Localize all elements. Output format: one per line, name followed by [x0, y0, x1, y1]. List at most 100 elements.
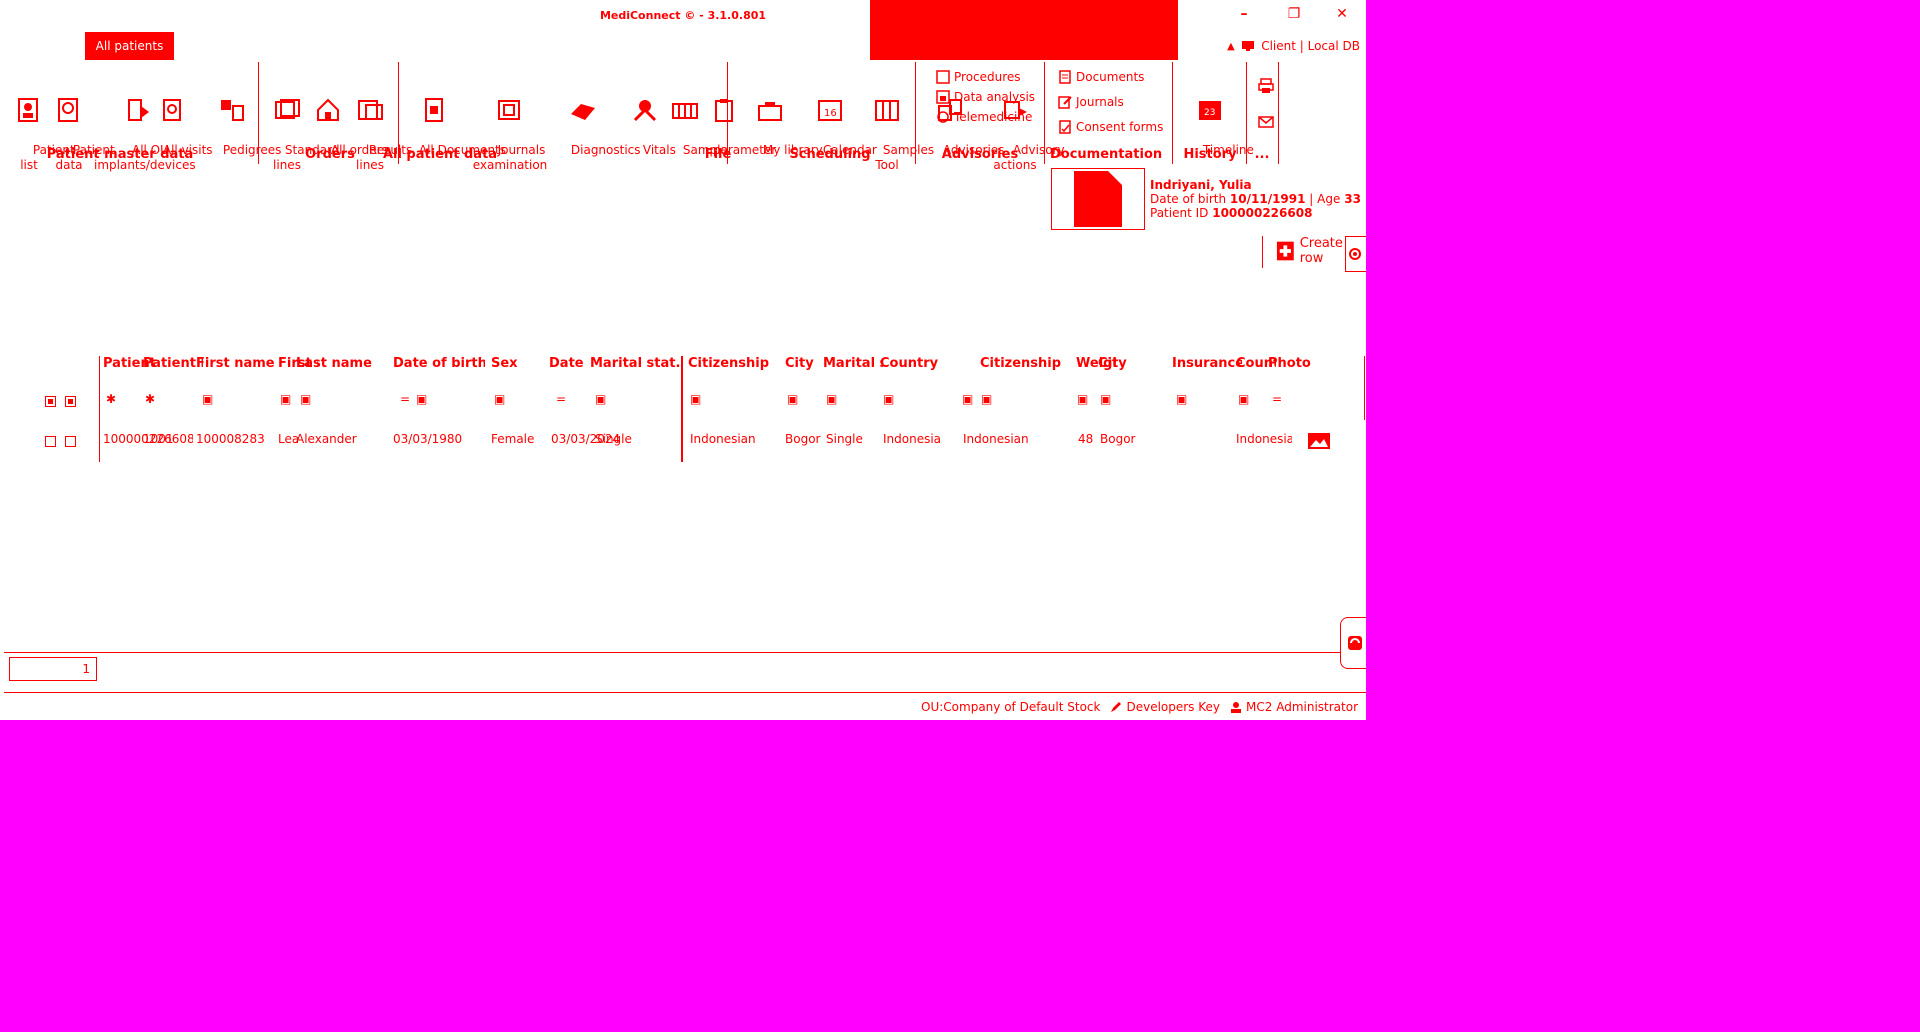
journals-link[interactable]: Journals — [1058, 95, 1124, 109]
ribbon-divider — [1044, 62, 1045, 164]
filter-icon[interactable]: ✱ — [145, 392, 155, 406]
header-first-name[interactable]: First name — [196, 356, 276, 371]
ribbon-divider — [398, 62, 399, 164]
standard-lines-button[interactable]: Standard lines — [262, 66, 339, 188]
restore-button[interactable]: ❐ — [1282, 6, 1306, 22]
header-photo[interactable]: Photo — [1268, 356, 1318, 371]
filter-icon[interactable]: ▣ — [690, 392, 701, 406]
ribbon: Patient list Patient data All OU implant… — [0, 62, 1366, 172]
row-checkbox-2[interactable] — [65, 436, 76, 447]
print-icon[interactable] — [1258, 78, 1274, 98]
diagnostics-button[interactable]: Diagnostics — [548, 66, 641, 173]
refresh-icon — [1348, 636, 1362, 650]
page-number-field[interactable]: 1 — [9, 657, 97, 681]
patient-list-button[interactable]: Patient list — [10, 66, 75, 188]
filter-icon[interactable]: ▣ — [1176, 392, 1187, 406]
header-sex[interactable]: Sex — [491, 356, 541, 371]
header-citizenship[interactable]: Citizenship — [688, 356, 778, 371]
timeline-calendar-icon: 23 — [1199, 101, 1221, 120]
cell-citizenship: Indonesian — [690, 432, 756, 446]
group-scheduling: Scheduling — [789, 147, 871, 162]
consent-forms-link[interactable]: Consent forms — [1058, 120, 1163, 134]
patient-id-value: 100000226608 — [1212, 206, 1313, 220]
mail-icon[interactable] — [1258, 114, 1274, 133]
chevron-up-icon[interactable]: ▼ — [1227, 41, 1235, 52]
cell-first-name: 100008283 — [196, 432, 265, 446]
advisory-actions-button[interactable]: Advisory actions — [990, 66, 1065, 188]
status-key-label: Developers Key — [1126, 700, 1221, 714]
diagnostics-icon — [571, 104, 595, 120]
patient-photo — [1051, 168, 1145, 230]
header-date[interactable]: Date — [549, 356, 589, 371]
select-all-checkbox[interactable] — [45, 396, 56, 407]
header-city[interactable]: City — [785, 356, 821, 371]
filter-icon[interactable]: ✱ — [106, 392, 116, 406]
status-divider — [4, 692, 1366, 693]
patient-list-icon — [18, 98, 38, 122]
grid-line — [99, 356, 100, 462]
filter-icon[interactable]: ▣ — [202, 392, 213, 406]
filter-equals-icon[interactable]: = — [556, 392, 566, 406]
group-orders: Orders — [305, 147, 355, 162]
filter-equals-icon[interactable]: = — [1272, 392, 1282, 406]
app-window: MediConnect © - 3.1.0.801 – ❐ ✕ ▼ Client… — [0, 0, 1366, 720]
all-patients-tab[interactable]: All patients — [85, 32, 174, 60]
filter-icon[interactable]: ▣ — [416, 392, 427, 406]
header-city-2[interactable]: City — [1098, 356, 1134, 371]
ribbon-divider — [727, 62, 728, 164]
cell-last: Alexander — [296, 432, 357, 446]
documents-icon — [425, 98, 443, 122]
filter-icon[interactable]: ▣ — [962, 392, 973, 406]
filter-icon[interactable]: ▣ — [280, 392, 291, 406]
patient-id-label: Patient ID — [1150, 206, 1209, 220]
documents-link[interactable]: Documents — [1058, 70, 1144, 84]
journals-examination-button[interactable]: Journals examination — [470, 66, 550, 188]
filter-icon[interactable]: ▣ — [300, 392, 311, 406]
header-citizenship-2[interactable]: Citizenship — [980, 356, 1070, 371]
dob-value: 10/11/1991 — [1229, 192, 1306, 206]
side-panel-tab[interactable] — [1340, 617, 1366, 669]
header-patient-id[interactable]: Patient ID — [143, 356, 203, 371]
photo-icon[interactable] — [1307, 432, 1331, 453]
filter-icon[interactable]: ▣ — [1100, 392, 1111, 406]
header-country[interactable]: Country — [880, 356, 960, 371]
monitor-icon — [1242, 41, 1255, 51]
svg-text:23: 23 — [1204, 108, 1215, 118]
settings-icon[interactable] — [1348, 246, 1362, 265]
patient-data-button[interactable]: Patient data — [50, 66, 115, 188]
filter-icon[interactable]: ▣ — [595, 392, 606, 406]
grid-line — [1364, 356, 1365, 420]
select-all-checkbox-2[interactable] — [65, 396, 76, 407]
status-ou: OU:Company of Default Stock — [921, 700, 1101, 714]
header-marital[interactable]: Marital stat... — [590, 356, 680, 371]
filter-icon[interactable]: ▣ — [883, 392, 894, 406]
filter-icon[interactable]: ▣ — [1077, 392, 1088, 406]
filter-icon[interactable]: ▣ — [981, 392, 992, 406]
client-indicator[interactable]: ▼ Client | Local DB — [1227, 39, 1360, 53]
cell-patient-id: 1001 — [143, 432, 174, 446]
results-lines-button[interactable]: Results lines — [346, 66, 412, 188]
filter-icon[interactable]: ▣ — [826, 392, 837, 406]
header-dob[interactable]: Date of birth — [393, 356, 485, 371]
cell-country: Indonesia — [883, 432, 942, 446]
group-more[interactable]: ... — [1252, 147, 1272, 162]
row-checkbox[interactable] — [45, 436, 56, 447]
filter-icon[interactable]: ▣ — [787, 392, 798, 406]
filter-equals-icon[interactable]: = — [400, 392, 410, 406]
status-bar: OU:Company of Default Stock Developers K… — [921, 700, 1358, 714]
header-marital-status[interactable]: Marital status — [823, 356, 883, 371]
telemedicine-icon — [937, 111, 949, 123]
close-button[interactable]: ✕ — [1330, 6, 1354, 22]
header-last-name[interactable]: Last name — [296, 356, 388, 371]
filter-icon[interactable]: ▣ — [1238, 392, 1249, 406]
grid-line — [681, 356, 683, 462]
samples-tool-button[interactable]: Samples Tool — [860, 66, 934, 188]
filter-icon[interactable]: ▣ — [494, 392, 505, 406]
ribbon-divider — [258, 62, 259, 164]
minimize-button[interactable]: – — [1232, 6, 1256, 22]
add-document-icon — [1276, 241, 1294, 261]
svg-text:16: 16 — [824, 108, 837, 119]
status-user-label: MC2 Administrator — [1246, 700, 1358, 714]
header-insurance[interactable]: Insurance — [1172, 356, 1242, 371]
journal-edit-icon — [1058, 96, 1072, 109]
